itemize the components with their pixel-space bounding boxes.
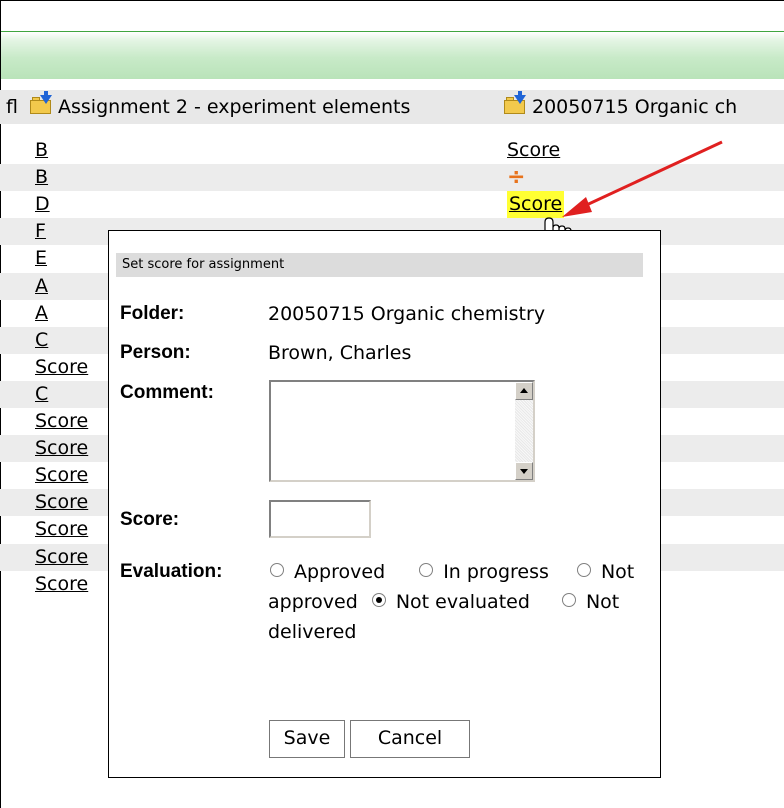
column-header-assignment-2[interactable]: Assignment 2 - experiment elements	[30, 90, 500, 124]
dialog-title: Set score for assignment	[116, 253, 643, 277]
column-header-organic-chemistry-label: 20050715 Organic ch	[532, 96, 738, 118]
radio-not-evaluated[interactable]	[371, 593, 386, 607]
evaluation-radio-group: Approved In progress Not approved Not ev…	[268, 557, 648, 647]
grade-link[interactable]: E	[35, 245, 47, 272]
column-header-truncated[interactable]: fl	[6, 90, 30, 124]
cancel-button[interactable]: Cancel	[350, 720, 470, 758]
grade-link[interactable]: B	[35, 164, 48, 191]
comment-textarea[interactable]	[269, 380, 535, 482]
grade-link[interactable]: C	[35, 381, 48, 408]
grade-link[interactable]: D	[35, 191, 50, 218]
column-header-organic-chemistry[interactable]: 20050715 Organic ch	[504, 90, 784, 124]
scroll-up-button[interactable]	[515, 382, 533, 400]
window-top-border	[0, 0, 784, 1]
divide-icon[interactable]: ÷	[507, 164, 525, 191]
grade-link[interactable]: Score	[35, 408, 88, 435]
grade-link[interactable]: C	[35, 327, 48, 354]
comment-label: Comment:	[120, 382, 214, 403]
set-score-dialog: Set score for assignment Folder: 2005071…	[108, 230, 661, 778]
column-header-assignment-2-label: Assignment 2 - experiment elements	[58, 96, 411, 118]
grade-link[interactable]: Score	[35, 489, 88, 516]
radio-in-progress[interactable]	[419, 563, 434, 577]
grade-link[interactable]: Score	[35, 435, 88, 462]
grade-link[interactable]: A	[35, 300, 48, 327]
score-label: Score:	[120, 509, 180, 530]
radio-approved-label: Approved	[294, 561, 386, 583]
grade-link[interactable]: Score	[35, 354, 88, 381]
radio-not-approved[interactable]	[576, 563, 591, 577]
person-label: Person:	[120, 342, 191, 363]
grade-link[interactable]: Score	[35, 544, 88, 571]
radio-in-progress-label: In progress	[443, 561, 549, 583]
radio-not-delivered[interactable]	[561, 593, 576, 607]
grade-link[interactable]: Score	[35, 516, 88, 543]
grade-link[interactable]: Score	[35, 571, 88, 598]
comment-scrollbar[interactable]	[515, 382, 533, 480]
column-header-row: fl Assignment 2 - experiment elements 20…	[0, 90, 784, 124]
folder-download-icon	[504, 91, 526, 115]
grade-link[interactable]: Score	[35, 462, 88, 489]
save-button[interactable]: Save	[269, 720, 345, 758]
grade-link[interactable]: B	[35, 137, 48, 164]
scroll-down-button[interactable]	[515, 462, 533, 480]
radio-not-evaluated-label: Not evaluated	[395, 591, 530, 613]
header-band	[1, 31, 784, 79]
folder-value: 20050715 Organic chemistry	[268, 303, 546, 325]
score-input[interactable]	[269, 500, 371, 538]
grade-link[interactable]: A	[35, 273, 48, 300]
score-link[interactable]: Score	[507, 137, 560, 164]
person-value: Brown, Charles	[268, 342, 412, 364]
grade-link[interactable]: F	[35, 218, 46, 245]
column-header-truncated-label: fl	[6, 96, 18, 118]
folder-download-icon	[30, 91, 52, 115]
table-row: D Score	[0, 191, 784, 218]
evaluation-label: Evaluation:	[120, 561, 223, 582]
folder-label: Folder:	[120, 303, 185, 324]
score-link-highlighted[interactable]: Score	[507, 191, 565, 218]
radio-approved[interactable]	[270, 563, 284, 577]
table-row: B ÷	[0, 164, 784, 191]
table-row: B Score	[0, 137, 784, 164]
